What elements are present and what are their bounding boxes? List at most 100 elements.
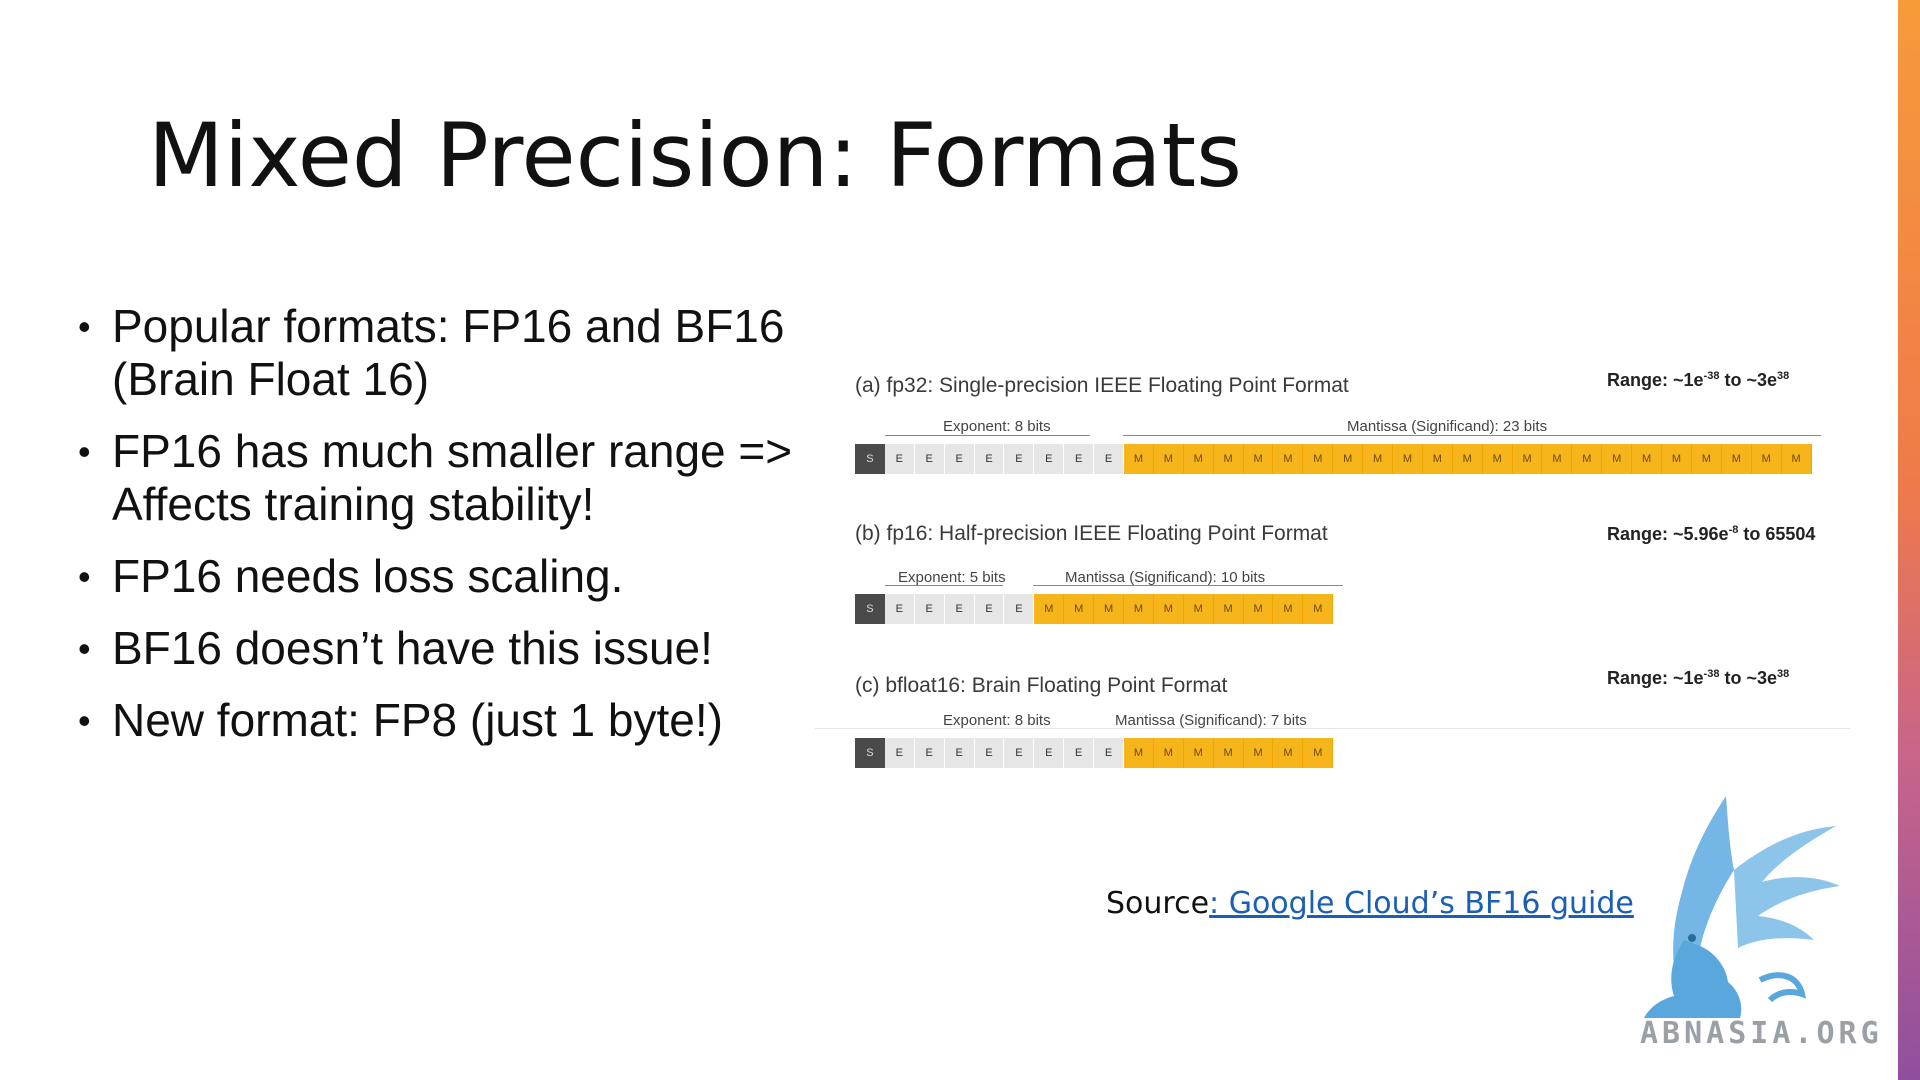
range-prefix: Range: ~1e <box>1607 370 1704 390</box>
mantissa-label: Mantissa (Significand): 23 bits <box>1347 418 1548 435</box>
mantissa-bit: M <box>1213 738 1244 768</box>
bullet-item: • New format: FP8 (just 1 byte!) <box>72 694 812 747</box>
bullet-text: Popular formats: FP16 and BF16 (Brain Fl… <box>112 300 785 405</box>
exponent-label: Exponent: 5 bits <box>898 569 1006 586</box>
bullet-dot: • <box>78 306 91 347</box>
bullet-dot: • <box>78 700 91 741</box>
exponent-bit: E <box>944 594 975 624</box>
sign-bit: S <box>855 444 885 474</box>
mantissa-bit: M <box>1243 738 1274 768</box>
exponent-bit: E <box>974 594 1005 624</box>
mantissa-bit: M <box>1243 444 1274 474</box>
bullet-dot: • <box>78 628 91 669</box>
source-link[interactable]: : Google Cloud’s BF16 guide <box>1209 886 1634 921</box>
figure-divider <box>815 728 1850 729</box>
exponent-bit: E <box>884 594 915 624</box>
mantissa-label: Mantissa (Significand): 10 bits <box>1065 569 1266 586</box>
exponent-bit: E <box>914 444 945 474</box>
watermark-text: ABNASIA.ORG <box>1640 1016 1883 1051</box>
range-exponent: 38 <box>1776 370 1790 382</box>
exponent-bit: E <box>944 444 975 474</box>
mantissa-bit: M <box>1064 594 1095 624</box>
mantissa-bit: M <box>1273 738 1304 768</box>
mantissa-bit: M <box>1213 444 1244 474</box>
mantissa-bit: M <box>1751 444 1782 474</box>
exponent-bit: E <box>1004 444 1035 474</box>
bullet-text: FP16 has much smaller range => Affects t… <box>112 425 793 530</box>
bit-row: SEEEEEEEEMMMMMMMMMMMMMMMMMMMMMMM <box>855 444 1812 474</box>
range-mid: to ~3e <box>1719 668 1777 688</box>
exponent-bit: E <box>1004 738 1035 768</box>
exponent-bit: E <box>1094 738 1125 768</box>
format-title: (a) fp32: Single-precision IEEE Floating… <box>855 374 1349 397</box>
exponent-bit: E <box>884 444 915 474</box>
mantissa-bit: M <box>1034 594 1065 624</box>
range-prefix: Range: ~5.96e <box>1607 524 1729 544</box>
mantissa-bit: M <box>1452 444 1483 474</box>
exponent-bit: E <box>1064 444 1095 474</box>
mantissa-bit: M <box>1422 444 1453 474</box>
mantissa-bit: M <box>1153 594 1184 624</box>
exponent-bit: E <box>884 738 915 768</box>
mantissa-bit: M <box>1094 594 1125 624</box>
mantissa-bit: M <box>1393 444 1423 474</box>
bullet-text: BF16 doesn’t have this issue! <box>112 622 713 674</box>
mantissa-bit: M <box>1602 444 1633 474</box>
range-exponent: -38 <box>1703 370 1720 382</box>
mantissa-label: Mantissa (Significand): 7 bits <box>1115 712 1307 729</box>
mantissa-bit: M <box>1183 594 1214 624</box>
bit-row: SEEEEEMMMMMMMMMM <box>855 594 1334 624</box>
mantissa-bit: M <box>1721 444 1752 474</box>
bullet-text: New format: FP8 (just 1 byte!) <box>112 694 723 746</box>
bullet-item: • Popular formats: FP16 and BF16 (Brain F… <box>72 300 812 406</box>
mantissa-span-line <box>1123 435 1821 436</box>
mantissa-bit: M <box>1124 444 1154 474</box>
mantissa-bit: M <box>1572 444 1603 474</box>
range-exponent: -8 <box>1728 524 1739 536</box>
bullet-item: • FP16 has much smaller range => Affects … <box>72 425 812 531</box>
mantissa-bit: M <box>1333 444 1364 474</box>
mantissa-bit: M <box>1363 444 1394 474</box>
exponent-bit: E <box>1064 738 1095 768</box>
bullet-text: FP16 needs loss scaling. <box>112 550 624 602</box>
mantissa-bit: M <box>1153 738 1184 768</box>
format-title: (b) fp16: Half-precision IEEE Floating P… <box>855 522 1328 545</box>
mantissa-bit: M <box>1482 444 1513 474</box>
sign-bit: S <box>855 594 885 624</box>
mantissa-bit: M <box>1243 594 1274 624</box>
float-format-figure: (a) fp32: Single-precision IEEE Floating… <box>815 350 1850 815</box>
exponent-span-line <box>885 435 1090 436</box>
format-title: (c) bfloat16: Brain Floating Point Forma… <box>855 674 1228 697</box>
range-mid: to 65504 <box>1738 524 1816 544</box>
bullet-item: • BF16 doesn’t have this issue! <box>72 622 812 675</box>
sign-bit: S <box>855 738 885 768</box>
mantissa-bit: M <box>1303 594 1334 624</box>
mantissa-bit: M <box>1512 444 1543 474</box>
mantissa-bit: M <box>1691 444 1722 474</box>
range-exponent: 38 <box>1776 668 1790 680</box>
bit-row: SEEEEEEEEMMMMMMM <box>855 738 1334 768</box>
exponent-bit: E <box>1004 594 1035 624</box>
range-prefix: Range: ~1e <box>1607 668 1704 688</box>
exponent-bit: E <box>1034 738 1065 768</box>
mantissa-bit: M <box>1183 738 1214 768</box>
griffin-logo-icon <box>1644 796 1840 1018</box>
bullet-item: • FP16 needs loss scaling. <box>72 550 812 603</box>
format-range: Range: ~5.96e-8 to 65504 <box>1607 524 1815 545</box>
mantissa-bit: M <box>1542 444 1573 474</box>
mantissa-bit: M <box>1662 444 1692 474</box>
mantissa-bit: M <box>1781 444 1812 474</box>
exponent-bit: E <box>974 444 1005 474</box>
mantissa-bit: M <box>1303 444 1334 474</box>
bullet-dot: • <box>78 556 91 597</box>
mantissa-bit: M <box>1273 444 1304 474</box>
source-prefix: Source <box>1106 886 1210 921</box>
mantissa-bit: M <box>1273 594 1304 624</box>
bullet-dot: • <box>78 431 91 472</box>
exponent-bit: E <box>974 738 1005 768</box>
accent-bar <box>1898 0 1920 1080</box>
mantissa-bit: M <box>1124 738 1154 768</box>
exponent-bit: E <box>1094 444 1125 474</box>
mantissa-bit: M <box>1183 444 1214 474</box>
mantissa-bit: M <box>1303 738 1334 768</box>
